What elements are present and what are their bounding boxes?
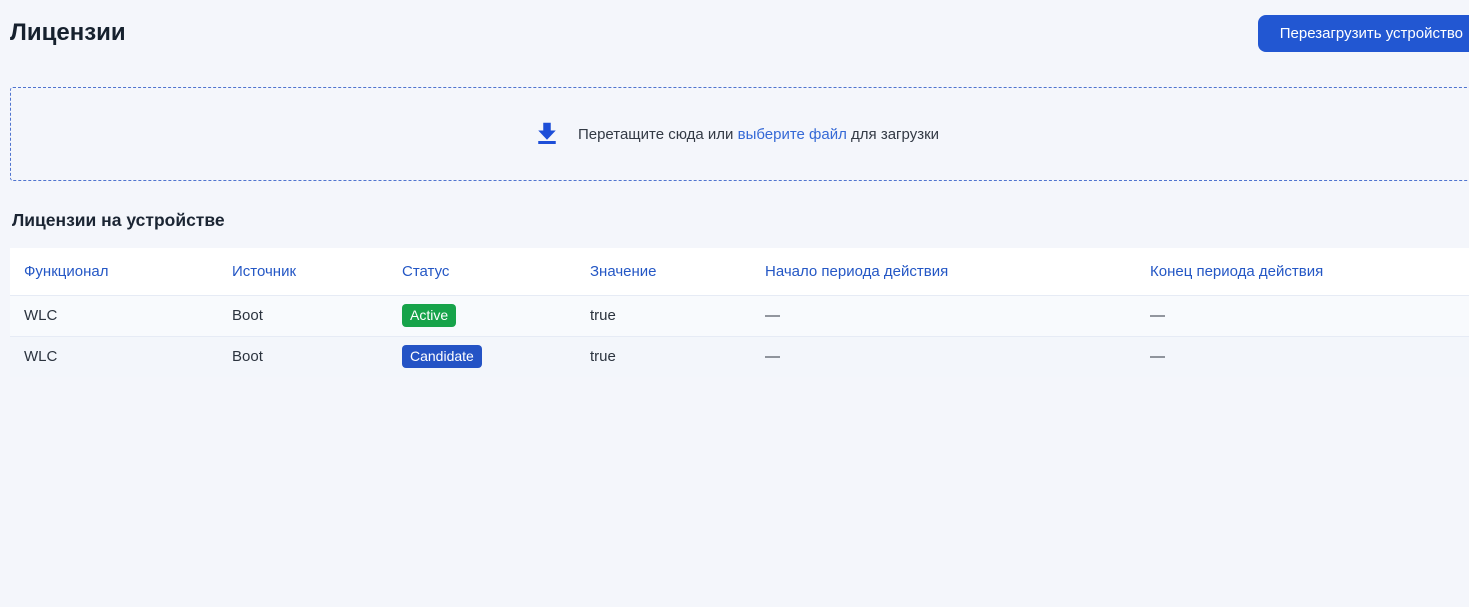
table-row[interactable]: WLC Boot Active true — — <box>10 295 1469 336</box>
cell-source: Boot <box>218 336 388 377</box>
column-header-status[interactable]: Статус <box>388 248 576 295</box>
file-dropzone[interactable]: Перетащите сюда или выберите файл для за… <box>10 87 1469 181</box>
table-header-row: Функционал Источник Статус Значение Нача… <box>10 248 1469 295</box>
dropzone-text-suffix: для загрузки <box>851 126 939 143</box>
column-header-value[interactable]: Значение <box>576 248 751 295</box>
column-header-functional[interactable]: Функционал <box>10 248 218 295</box>
licenses-table-container: Функционал Источник Статус Значение Нача… <box>10 248 1469 377</box>
dropzone-text-prefix: Перетащите сюда или <box>578 126 733 143</box>
licenses-table: Функционал Источник Статус Значение Нача… <box>10 248 1469 377</box>
cell-validity-end: — <box>1136 295 1469 336</box>
cell-status: Candidate <box>388 336 576 377</box>
column-header-validity-start[interactable]: Начало периода действия <box>751 248 1136 295</box>
cell-functional: WLC <box>10 336 218 377</box>
table-row[interactable]: WLC Boot Candidate true — — <box>10 336 1469 377</box>
cell-validity-start: — <box>751 336 1136 377</box>
cell-validity-end: — <box>1136 336 1469 377</box>
cell-validity-start: — <box>751 295 1136 336</box>
cell-value: true <box>576 336 751 377</box>
licenses-page: Лицензии Перезагрузить устройство Перета… <box>0 0 1469 607</box>
status-badge: Active <box>402 304 456 327</box>
dropzone-content: Перетащите сюда или выберите файл для за… <box>11 119 1460 149</box>
reboot-device-button[interactable]: Перезагрузить устройство <box>1258 15 1469 52</box>
choose-file-link[interactable]: выберите файл <box>738 126 847 143</box>
column-header-validity-end[interactable]: Конец периода действия <box>1136 248 1469 295</box>
cell-source: Boot <box>218 295 388 336</box>
cell-status: Active <box>388 295 576 336</box>
cell-value: true <box>576 295 751 336</box>
table-body: WLC Boot Active true — — WLC Boot Candid… <box>10 295 1469 377</box>
cell-functional: WLC <box>10 295 218 336</box>
column-header-source[interactable]: Источник <box>218 248 388 295</box>
dropzone-text: Перетащите сюда или выберите файл для за… <box>578 126 939 143</box>
download-icon <box>532 119 562 149</box>
device-licenses-section-title: Лицензии на устройстве <box>12 210 225 231</box>
page-title: Лицензии <box>10 19 126 47</box>
status-badge: Candidate <box>402 345 482 368</box>
